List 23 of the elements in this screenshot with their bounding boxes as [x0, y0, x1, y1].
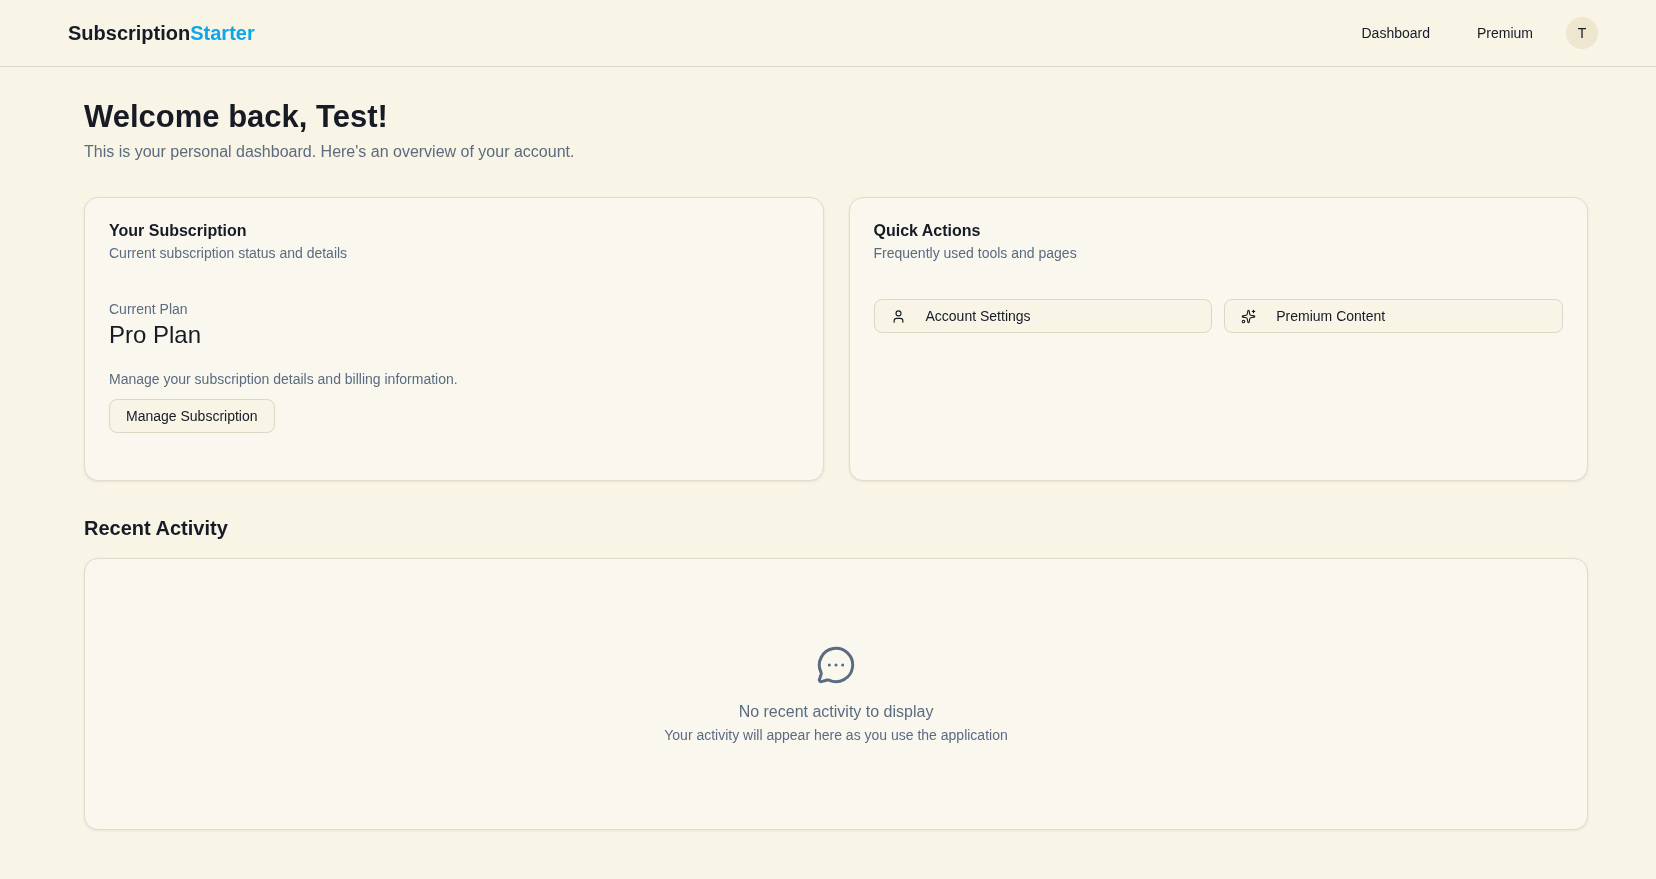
plan-label: Current Plan: [109, 301, 189, 317]
card-title: Your Subscription: [109, 222, 248, 240]
plan-name: Pro Plan: [109, 321, 203, 349]
quick-action-button[interactable]: Premium Content: [1224, 299, 1563, 333]
card-title: Quick Actions: [873, 222, 982, 240]
plan-note: Manage your subscription details and billing information.: [109, 371, 459, 387]
empty-title: No recent activity to display: [738, 703, 934, 721]
manage-subscription-button[interactable]: Manage Subscription: [109, 399, 275, 433]
sparkles-icon: [1241, 308, 1257, 324]
quick-action-button[interactable]: Account Settings: [873, 299, 1213, 333]
card-description: Current subscription status and details: [109, 245, 349, 261]
user-icon: [890, 308, 906, 324]
chat-bubble-icon: [816, 645, 856, 685]
page-subtitle: This is your personal dashboard. Here's an overview of your account.: [84, 143, 576, 161]
avatar[interactable]: T: [1566, 17, 1598, 49]
nav-link[interactable]: Dashboard: [1361, 25, 1430, 41]
nav-link[interactable]: Premium: [1477, 25, 1533, 41]
empty-text: Your activity will appear here as you use the application: [664, 727, 1008, 743]
brand-name: Subscription: [68, 21, 191, 45]
card-description: Frequently used tools and pages: [873, 245, 1078, 261]
page-title: Welcome back, Test!: [84, 99, 389, 135]
section-title: Recent Activity: [84, 517, 229, 540]
brand-accent: Starter: [190, 21, 255, 45]
